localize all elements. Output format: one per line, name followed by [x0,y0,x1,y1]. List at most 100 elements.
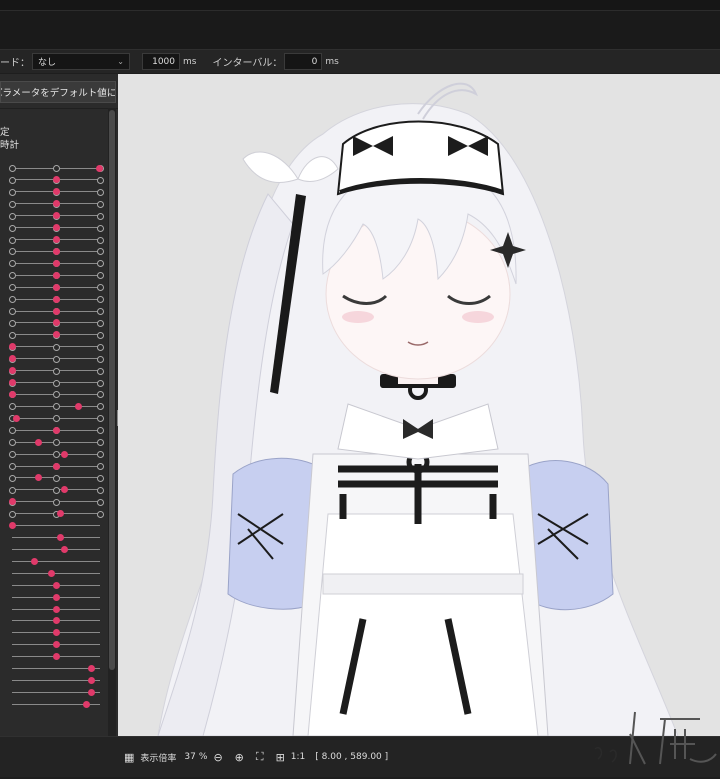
fit-screen-icon[interactable]: ⛶ [256,750,264,764]
parameter-slider[interactable] [0,484,106,496]
slider-knob[interactable] [52,319,60,327]
slider-knob[interactable] [56,510,64,518]
parameter-slider[interactable] [0,317,106,329]
parameter-slider[interactable] [0,388,106,400]
slider-knob[interactable] [52,247,60,255]
parameter-slider[interactable] [0,639,106,651]
slider-knob[interactable] [8,498,16,506]
slider-knob[interactable] [56,534,64,542]
slider-knob[interactable] [61,545,69,553]
slider-knob[interactable] [61,486,69,494]
parameter-slider[interactable] [0,651,106,663]
parameter-slider[interactable] [0,520,106,532]
reset-parameters-button[interactable]: パラメータをデフォルト値に戻す [0,81,116,103]
mode-select[interactable]: なし ⌄ [32,53,130,70]
parameter-slider[interactable] [0,663,106,675]
parameter-slider[interactable] [0,436,106,448]
parameter-slider[interactable] [0,293,106,305]
slider-knob[interactable] [8,379,16,387]
parameter-slider[interactable] [0,234,106,246]
parameter-slider[interactable] [0,555,106,567]
parameter-slider[interactable] [0,329,106,341]
parameter-slider[interactable] [0,627,106,639]
slider-knob[interactable] [52,283,60,291]
parameter-slider[interactable] [0,162,106,174]
slider-knob[interactable] [34,474,42,482]
parameter-slider[interactable] [0,675,106,687]
slider-knob[interactable] [52,581,60,589]
parameter-slider[interactable] [0,698,106,710]
slider-knob[interactable] [52,236,60,244]
parameter-slider[interactable] [0,377,106,389]
slider-knob[interactable] [52,331,60,339]
slider-knob[interactable] [8,522,16,530]
parameter-slider[interactable] [0,174,106,186]
parameter-slider[interactable] [0,210,106,222]
parameter-slider[interactable] [0,222,106,234]
slider-knob[interactable] [52,653,60,661]
slider-knob[interactable] [52,605,60,613]
slider-knob[interactable] [52,462,60,470]
parameter-slider[interactable] [0,198,106,210]
slider-knob[interactable] [52,271,60,279]
parameter-slider[interactable] [0,245,106,257]
slider-knob[interactable] [52,224,60,232]
slider-knob[interactable] [52,641,60,649]
slider-knob[interactable] [52,426,60,434]
slider-knob[interactable] [52,212,60,220]
checker-icon[interactable]: ▦ [124,751,134,764]
parameter-slider[interactable] [0,591,106,603]
parameter-slider[interactable] [0,472,106,484]
slider-knob[interactable] [74,402,82,410]
parameter-slider[interactable] [0,448,106,460]
slider-knob[interactable] [52,593,60,601]
slider-knob[interactable] [52,200,60,208]
slider-knob[interactable] [48,569,56,577]
parameter-slider[interactable] [0,508,106,520]
parameter-slider[interactable] [0,579,106,591]
interval-input[interactable]: 0 [284,53,323,70]
parameter-slider[interactable] [0,460,106,472]
slider-knob[interactable] [95,164,103,172]
scrollbar-thumb[interactable] [109,110,115,670]
slider-knob[interactable] [34,438,42,446]
parameter-slider[interactable] [0,412,106,424]
zoom-out-icon[interactable]: ⊖ [213,751,222,764]
model-canvas[interactable] [118,74,720,736]
parameter-slider[interactable] [0,532,106,544]
slider-knob[interactable] [52,188,60,196]
duration-input[interactable]: 1000 [142,53,180,70]
parameter-slider[interactable] [0,543,106,555]
slider-knob[interactable] [83,700,91,708]
slider-knob[interactable] [52,617,60,625]
parameter-slider[interactable] [0,186,106,198]
slider-knob[interactable] [8,367,16,375]
slider-knob[interactable] [30,557,38,565]
parameter-slider[interactable] [0,567,106,579]
parameter-slider[interactable] [0,400,106,412]
parameter-slider[interactable] [0,257,106,269]
slider-knob[interactable] [8,355,16,363]
parameter-slider[interactable] [0,341,106,353]
slider-knob[interactable] [52,295,60,303]
slider-knob[interactable] [87,677,95,685]
parameter-slider[interactable] [0,365,106,377]
center-icon[interactable]: ⊞ [276,751,285,764]
slider-knob[interactable] [52,259,60,267]
slider-knob[interactable] [8,390,16,398]
slider-knob[interactable] [8,343,16,351]
parameter-slider[interactable] [0,496,106,508]
parameter-slider[interactable] [0,353,106,365]
slider-knob[interactable] [61,450,69,458]
slider-knob[interactable] [52,307,60,315]
parameter-slider[interactable] [0,269,106,281]
parameter-slider[interactable] [0,615,106,627]
slider-knob[interactable] [12,414,20,422]
parameter-slider[interactable] [0,603,106,615]
slider-knob[interactable] [87,665,95,673]
zoom-in-icon[interactable]: ⊕ [235,751,244,764]
slider-knob[interactable] [52,629,60,637]
parameter-slider[interactable] [0,686,106,698]
parameter-slider[interactable] [0,424,106,436]
parameter-slider[interactable] [0,305,106,317]
